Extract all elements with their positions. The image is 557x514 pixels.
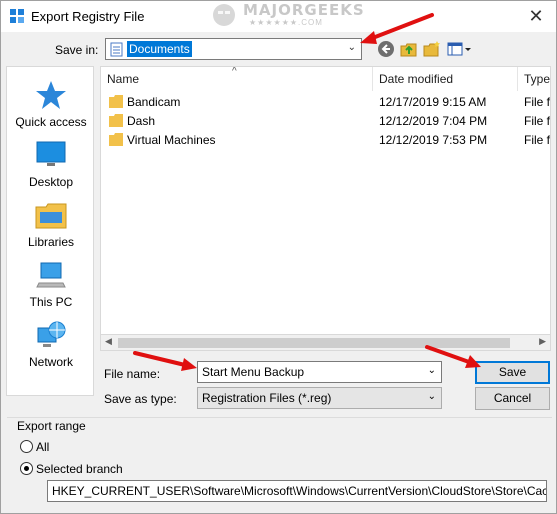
place-label: Quick access bbox=[15, 115, 87, 129]
export-range-group: Export range All Selected branch HKEY_CU… bbox=[7, 417, 552, 509]
save-in-value: Documents bbox=[127, 41, 192, 57]
save-button[interactable]: Save bbox=[475, 361, 550, 384]
radio-all[interactable] bbox=[20, 440, 33, 453]
place-quick-access[interactable]: Quick access bbox=[7, 79, 95, 129]
annotation-arrow-icon bbox=[133, 351, 197, 371]
window-title: Export Registry File bbox=[31, 9, 145, 24]
list-item[interactable]: Virtual Machines 12/12/2019 7:53 PM File… bbox=[101, 131, 550, 150]
libraries-icon bbox=[35, 203, 67, 229]
column-header-type[interactable]: Type bbox=[518, 67, 550, 91]
place-label: This PC bbox=[29, 295, 73, 309]
radio-all-label: All bbox=[36, 440, 50, 454]
export-registry-dialog: Export Registry File MAJORGEEKS ★★★★★★.C… bbox=[0, 0, 557, 514]
radio-selected-branch-label: Selected branch bbox=[36, 462, 123, 476]
column-header-date[interactable]: Date modified bbox=[373, 67, 518, 91]
scroll-left-icon[interactable]: ◀ bbox=[105, 336, 112, 347]
close-button[interactable]: ✕ bbox=[521, 5, 551, 27]
export-range-title: Export range bbox=[17, 419, 86, 433]
chevron-down-icon: ⌄ bbox=[427, 391, 436, 402]
place-label: Network bbox=[28, 355, 73, 369]
list-item[interactable]: Bandicam 12/17/2019 9:15 AM File fo bbox=[101, 93, 550, 112]
save-in-label: Save in: bbox=[55, 43, 99, 57]
title-bar: Export Registry File MAJORGEEKS ★★★★★★.C… bbox=[1, 1, 556, 32]
save-as-type-label: Save as type: bbox=[104, 392, 177, 406]
place-this-pc[interactable]: This PC bbox=[7, 259, 95, 309]
file-name-input[interactable]: Start Menu Backup ⌄ bbox=[197, 361, 442, 383]
star-icon bbox=[36, 81, 66, 109]
place-desktop[interactable]: Desktop bbox=[7, 139, 95, 189]
chevron-down-icon: ⌄ bbox=[347, 42, 356, 53]
list-item[interactable]: Dash 12/12/2019 7:04 PM File fo bbox=[101, 112, 550, 131]
view-menu-icon[interactable] bbox=[446, 39, 472, 59]
network-icon bbox=[37, 321, 66, 347]
column-header-name[interactable]: Name bbox=[101, 67, 373, 91]
sort-ascending-icon: ^ bbox=[232, 66, 237, 77]
cancel-button[interactable]: Cancel bbox=[475, 387, 550, 410]
radio-selected-branch[interactable] bbox=[20, 462, 33, 475]
place-label: Desktop bbox=[28, 175, 74, 189]
folder-icon bbox=[109, 114, 123, 127]
selected-branch-path-field[interactable]: HKEY_CURRENT_USER\Software\Microsoft\Win… bbox=[47, 480, 547, 502]
place-network[interactable]: Network bbox=[7, 319, 95, 369]
save-in-dropdown[interactable]: Documents ⌄ bbox=[105, 38, 362, 60]
folder-icon bbox=[109, 95, 123, 108]
computer-icon bbox=[36, 262, 66, 288]
documents-icon bbox=[110, 42, 123, 57]
majorgeeks-watermark: MAJORGEEKS ★★★★★★.COM bbox=[209, 0, 364, 29]
file-list[interactable]: Name ^ Date modified Type Bandicam 12/17… bbox=[100, 66, 551, 350]
places-bar: Quick access Desktop Libraries This PC N… bbox=[6, 66, 94, 396]
place-libraries[interactable]: Libraries bbox=[7, 199, 95, 249]
registry-icon bbox=[10, 9, 24, 23]
desktop-icon bbox=[36, 141, 66, 166]
save-as-type-select[interactable]: Registration Files (*.reg) ⌄ bbox=[197, 387, 442, 409]
annotation-arrow-icon bbox=[425, 345, 481, 368]
folder-icon bbox=[109, 133, 123, 146]
annotation-arrow-icon bbox=[360, 13, 434, 44]
watermark-text: MAJORGEEKS bbox=[243, 1, 365, 19]
place-label: Libraries bbox=[27, 235, 75, 249]
watermark-logo-icon bbox=[213, 4, 235, 26]
scroll-right-icon[interactable]: ▶ bbox=[539, 336, 546, 347]
watermark-subtext: ★★★★★★.COM bbox=[249, 18, 323, 27]
